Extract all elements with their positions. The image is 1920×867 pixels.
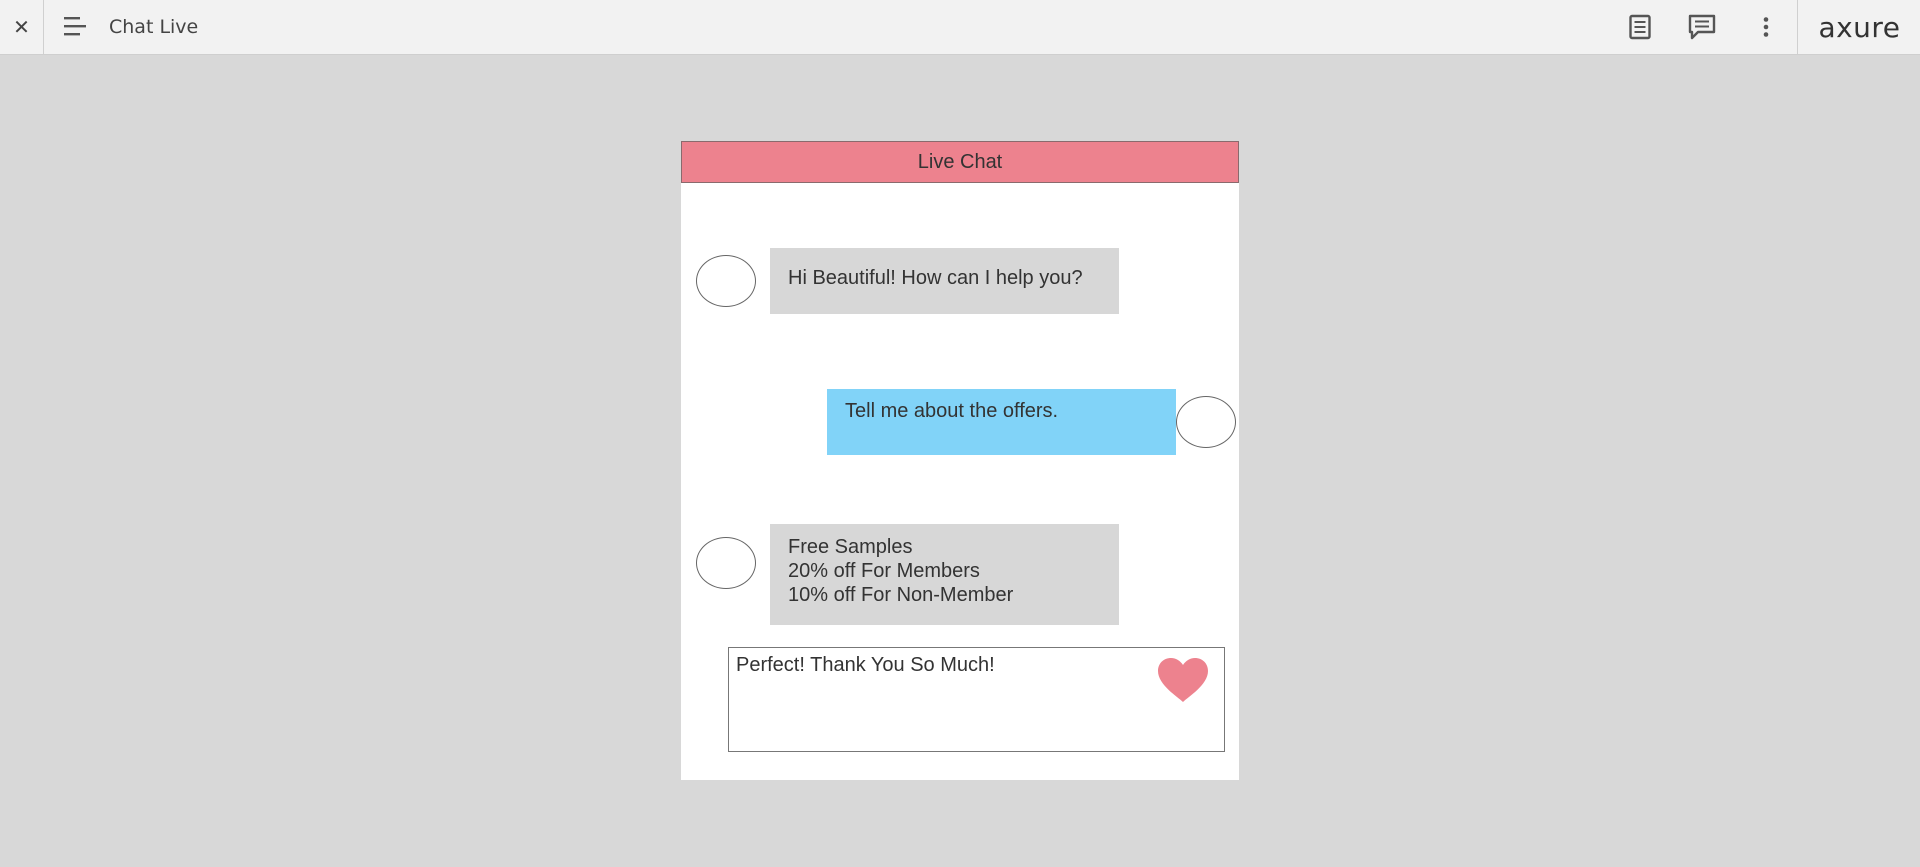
agent-message-bubble: Hi Beautiful! How can I help you? (770, 248, 1119, 314)
comments-button[interactable] (1687, 13, 1717, 41)
offer-line: 10% off For Non-Member (788, 584, 1014, 606)
menu-button[interactable] (62, 14, 90, 40)
chat-screen: Live Chat Hi Beautiful! How can I help y… (681, 141, 1239, 780)
user-avatar (1176, 396, 1236, 448)
more-vertical-icon (1763, 17, 1769, 37)
more-options-button[interactable] (1751, 13, 1781, 41)
heart-icon[interactable] (1156, 656, 1210, 704)
agent-avatar (696, 537, 756, 589)
user-message-bubble: Tell me about the offers. (827, 389, 1176, 455)
chat-header: Live Chat (681, 141, 1239, 183)
close-button[interactable]: ✕ (0, 0, 44, 54)
offer-line: Free Samples (788, 536, 913, 558)
menu-icon (64, 17, 86, 36)
close-icon: ✕ (13, 15, 30, 39)
page-title: Chat Live (109, 16, 199, 38)
top-toolbar: ✕ Chat Live axure (0, 0, 1920, 55)
axure-logo: axure (1797, 0, 1920, 54)
notes-button[interactable] (1625, 13, 1655, 41)
reply-input[interactable]: Perfect! Thank You So Much! (728, 647, 1225, 752)
agent-offers-bubble: Free Samples 20% off For Members 10% off… (770, 524, 1119, 625)
logo-text: axure (1818, 10, 1901, 44)
message-text: Tell me about the offers. (845, 400, 1059, 422)
reply-text: Perfect! Thank You So Much! (736, 654, 995, 676)
document-icon (1629, 14, 1651, 40)
offer-line: 20% off For Members (788, 560, 980, 582)
agent-avatar (696, 255, 756, 307)
message-text: Hi Beautiful! How can I help you? (788, 267, 1083, 289)
comment-icon (1688, 14, 1716, 40)
